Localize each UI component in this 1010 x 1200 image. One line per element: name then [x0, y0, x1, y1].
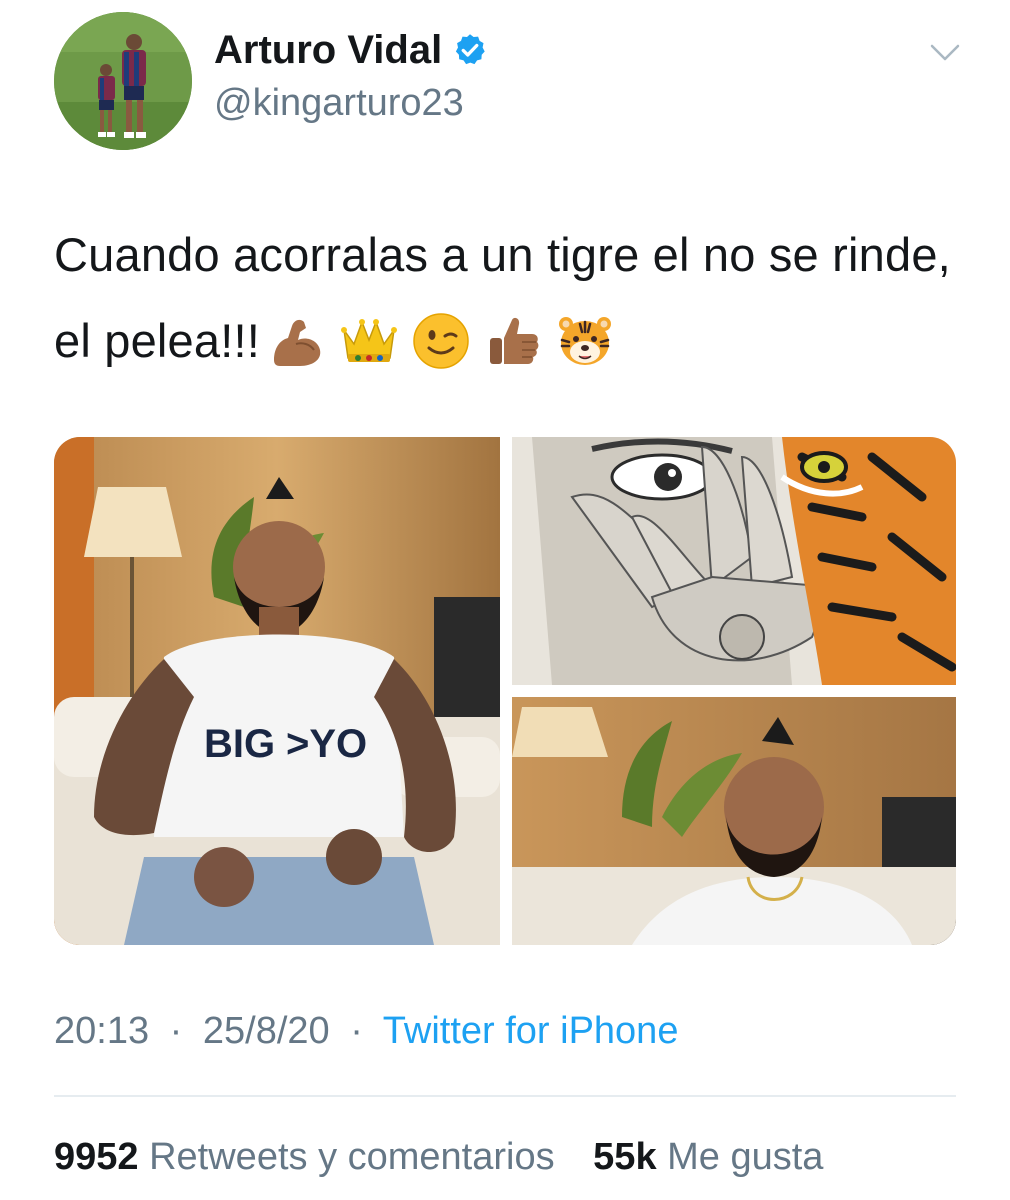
- divider: [54, 1095, 956, 1097]
- source-link[interactable]: Twitter for iPhone: [383, 1010, 679, 1052]
- tweet-meta: 20:13 · 25/8/20 · Twitter for iPhone: [54, 1012, 678, 1050]
- tiger-face-icon: [554, 310, 616, 372]
- crown-icon: [338, 310, 400, 372]
- tweet-time[interactable]: 20:13: [54, 1010, 149, 1052]
- likes-label: Me gusta: [667, 1136, 824, 1178]
- name-row: Arturo Vidal: [214, 30, 488, 70]
- likes-stat[interactable]: 55k Me gusta: [593, 1136, 823, 1178]
- retweets-count: 9952: [54, 1136, 139, 1178]
- meta-separator: ·: [169, 1010, 183, 1052]
- verified-badge-icon: [452, 32, 488, 68]
- meta-separator: ·: [350, 1010, 363, 1052]
- avatar[interactable]: [54, 12, 192, 150]
- tweet-card: Arturo Vidal @kingarturo23 Cuando acorra…: [0, 0, 1010, 1200]
- thumbs-up-icon: [482, 310, 544, 372]
- retweets-label: Retweets y comentarios: [149, 1136, 555, 1178]
- tweet-stats: 9952 Retweets y comentarios 55k Me gusta: [54, 1138, 823, 1176]
- photo-3[interactable]: [512, 697, 956, 945]
- tweet-date[interactable]: 25/8/20: [203, 1010, 330, 1052]
- likes-count: 55k: [593, 1136, 657, 1178]
- svg-text:>YO: >YO: [286, 722, 367, 766]
- display-name[interactable]: Arturo Vidal: [214, 30, 442, 70]
- emoji-row: [266, 310, 616, 372]
- photo-1[interactable]: BIG >YO: [54, 437, 500, 945]
- svg-text:BIG: BIG: [204, 722, 275, 766]
- retweets-stat[interactable]: 9952 Retweets y comentarios: [54, 1136, 565, 1178]
- media-grid: BIG >YO: [54, 437, 956, 945]
- flexed-biceps-icon: [266, 310, 328, 372]
- photo-2[interactable]: [512, 437, 956, 685]
- user-handle[interactable]: @kingarturo23: [214, 84, 464, 122]
- chevron-down-icon[interactable]: [930, 42, 960, 64]
- winking-face-icon: [410, 310, 472, 372]
- tweet-text: Cuando acorralas a un tigre el no se rin…: [54, 212, 964, 384]
